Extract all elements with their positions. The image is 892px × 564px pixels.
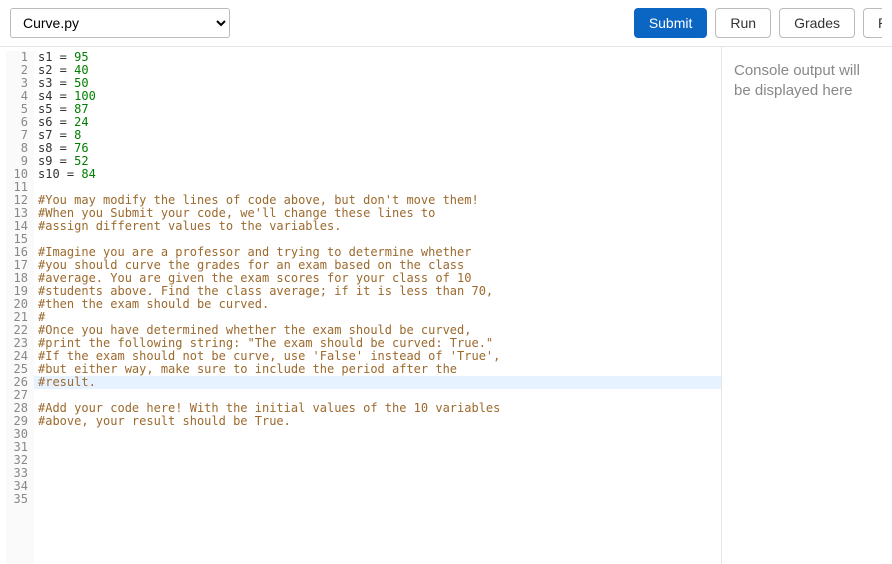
code-line[interactable]: s4 = 100 (34, 90, 721, 103)
console-placeholder: Console output will be displayed here (734, 62, 860, 99)
code-comment: #you should curve the grades for an exam… (38, 258, 464, 272)
main-area: 1234567891011121314151617181920212223242… (0, 47, 892, 564)
code-op: = (52, 50, 74, 64)
code-comment: #students above. Find the class average;… (38, 284, 493, 298)
code-num: 52 (74, 154, 88, 168)
code-var: s10 (38, 167, 60, 181)
code-op: = (52, 63, 74, 77)
code-num: 8 (74, 128, 81, 142)
code-num: 87 (74, 102, 88, 116)
code-line[interactable]: s9 = 52 (34, 155, 721, 168)
console-panel: Console output will be displayed here (722, 47, 892, 564)
code-num: 84 (81, 167, 95, 181)
code-comment: #then the exam should be curved. (38, 297, 269, 311)
code-var: s8 (38, 141, 52, 155)
code-comment: #but either way, make sure to include th… (38, 362, 457, 376)
code-var: s6 (38, 115, 52, 129)
reset-button[interactable]: R (863, 8, 882, 38)
code-line[interactable]: #above, your result should be True. (34, 415, 721, 428)
code-line[interactable]: s7 = 8 (34, 129, 721, 142)
code-op: = (52, 89, 74, 103)
code-line[interactable]: #then the exam should be curved. (34, 298, 721, 311)
code-num: 40 (74, 63, 88, 77)
file-select[interactable]: Curve.py (10, 8, 230, 38)
code-comment: #Once you have determined whether the ex… (38, 323, 471, 337)
code-line[interactable]: #but either way, make sure to include th… (34, 363, 721, 376)
code-area[interactable]: s1 = 95s2 = 40s3 = 50s4 = 100s5 = 87s6 =… (34, 51, 721, 564)
code-comment: #average. You are given the exam scores … (38, 271, 471, 285)
code-comment: #Add your code here! With the initial va… (38, 401, 500, 415)
submit-button[interactable]: Submit (634, 8, 708, 38)
grades-button[interactable]: Grades (779, 8, 855, 38)
code-num: 76 (74, 141, 88, 155)
code-comment: #result. (38, 375, 96, 389)
code-line[interactable]: s5 = 87 (34, 103, 721, 116)
code-comment: #print the following string: "The exam s… (38, 336, 493, 350)
code-num: 24 (74, 115, 88, 129)
code-comment: #You may modify the lines of code above,… (38, 193, 479, 207)
code-comment: #If the exam should not be curve, use 'F… (38, 349, 500, 363)
code-line[interactable] (34, 467, 721, 480)
code-line[interactable]: s10 = 84 (34, 168, 721, 181)
code-op: = (52, 154, 74, 168)
line-number: 35 (6, 493, 28, 506)
code-op: = (52, 115, 74, 129)
code-op: = (52, 141, 74, 155)
code-comment: # (38, 310, 45, 324)
code-line[interactable]: #assign different values to the variable… (34, 220, 721, 233)
code-var: s5 (38, 102, 52, 116)
code-comment: #When you Submit your code, we'll change… (38, 206, 435, 220)
code-line[interactable]: s2 = 40 (34, 64, 721, 77)
code-num: 100 (74, 89, 96, 103)
code-var: s9 (38, 154, 52, 168)
code-line[interactable]: s1 = 95 (34, 51, 721, 64)
code-line[interactable] (34, 428, 721, 441)
line-gutter: 1234567891011121314151617181920212223242… (6, 51, 34, 564)
code-line[interactable]: s8 = 76 (34, 142, 721, 155)
code-num: 95 (74, 50, 88, 64)
code-op: = (52, 128, 74, 142)
code-var: s1 (38, 50, 52, 64)
code-var: s4 (38, 89, 52, 103)
code-comment: #Imagine you are a professor and trying … (38, 245, 471, 259)
code-comment: #above, your result should be True. (38, 414, 291, 428)
code-line[interactable] (34, 480, 721, 493)
code-op: = (52, 76, 74, 90)
code-var: s3 (38, 76, 52, 90)
run-button[interactable]: Run (715, 8, 771, 38)
toolbar: Curve.py Submit Run Grades R (0, 0, 892, 47)
code-op: = (60, 167, 82, 181)
code-line[interactable] (34, 493, 721, 506)
code-num: 50 (74, 76, 88, 90)
code-var: s7 (38, 128, 52, 142)
code-line[interactable]: #result. (34, 376, 721, 389)
code-op: = (52, 102, 74, 116)
code-line[interactable] (34, 441, 721, 454)
code-line[interactable]: s6 = 24 (34, 116, 721, 129)
code-line[interactable] (34, 454, 721, 467)
editor[interactable]: 1234567891011121314151617181920212223242… (0, 47, 722, 564)
code-comment: #assign different values to the variable… (38, 219, 341, 233)
code-var: s2 (38, 63, 52, 77)
code-line[interactable]: s3 = 50 (34, 77, 721, 90)
